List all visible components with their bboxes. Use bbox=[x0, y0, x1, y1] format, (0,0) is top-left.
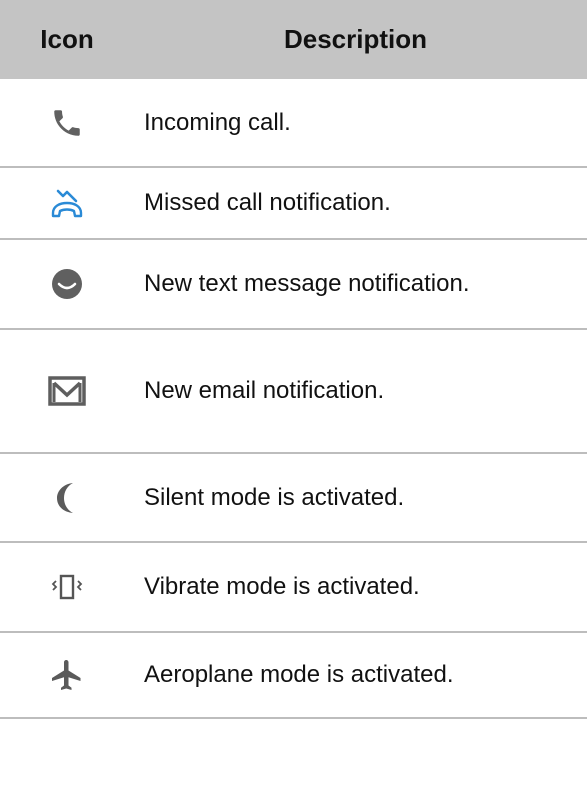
row-description: Vibrate mode is activated. bbox=[144, 573, 420, 600]
row-description: Aeroplane mode is activated. bbox=[144, 661, 454, 688]
aeroplane-mode-icon bbox=[0, 657, 134, 693]
table-row: New email notification. bbox=[0, 330, 587, 454]
table-row: Missed call notification. bbox=[0, 168, 587, 240]
table-row: Incoming call. bbox=[0, 79, 587, 168]
table-header: Icon Description bbox=[0, 0, 587, 79]
row-description: Incoming call. bbox=[144, 108, 291, 136]
row-description: New email notification. bbox=[144, 377, 385, 404]
email-icon bbox=[0, 376, 134, 406]
icon-description-table: Icon Description Incoming call. Missed c… bbox=[0, 0, 587, 719]
header-description-column: Description bbox=[283, 24, 428, 54]
table-row: New text message notification. bbox=[0, 240, 587, 330]
table-row: Silent mode is activated. bbox=[0, 454, 587, 543]
row-description: Missed call notification. bbox=[144, 189, 391, 216]
text-message-icon bbox=[0, 266, 134, 302]
table-row: Aeroplane mode is activated. bbox=[0, 633, 587, 719]
silent-mode-icon bbox=[0, 481, 134, 515]
row-description: Silent mode is activated. bbox=[144, 483, 405, 511]
missed-call-icon bbox=[0, 186, 134, 220]
table-row: Vibrate mode is activated. bbox=[0, 543, 587, 633]
vibrate-mode-icon bbox=[0, 572, 134, 602]
header-icon-column: Icon bbox=[40, 24, 94, 54]
incoming-call-icon bbox=[0, 106, 134, 140]
row-description: New text message notification. bbox=[144, 270, 470, 297]
